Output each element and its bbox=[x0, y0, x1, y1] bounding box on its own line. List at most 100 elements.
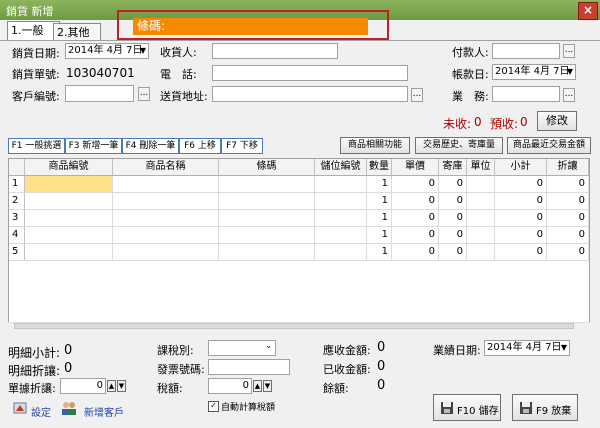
table-cell[interactable] bbox=[315, 227, 367, 244]
table-cell[interactable]: 0 bbox=[439, 176, 467, 193]
table-cell[interactable] bbox=[25, 210, 113, 227]
column-header[interactable]: 單位 bbox=[467, 159, 495, 176]
table-cell[interactable] bbox=[315, 176, 367, 193]
f4-delete-button[interactable]: F4 刪除一筆 bbox=[122, 138, 179, 154]
users-icon[interactable] bbox=[60, 400, 78, 416]
table-cell[interactable]: 1 bbox=[367, 193, 392, 210]
column-header[interactable]: 條碼 bbox=[219, 159, 315, 176]
column-header[interactable]: 儲位編號 bbox=[315, 159, 367, 176]
table-cell[interactable] bbox=[315, 210, 367, 227]
column-header[interactable]: 折讓 bbox=[547, 159, 589, 176]
table-cell[interactable] bbox=[219, 176, 315, 193]
table-cell[interactable] bbox=[113, 176, 219, 193]
trade-history-button[interactable]: 交易歷史、寄庫量 bbox=[415, 137, 503, 154]
table-cell[interactable]: 0 bbox=[392, 193, 439, 210]
column-header[interactable]: 數量 bbox=[367, 159, 392, 176]
table-cell[interactable] bbox=[467, 176, 495, 193]
detail-grid[interactable]: 商品編號 商品名稱 條碼 儲位編號 數量 單價 寄庫 單位 小計 折讓 1100… bbox=[8, 158, 590, 330]
table-cell[interactable]: 0 bbox=[392, 227, 439, 244]
close-button[interactable]: × bbox=[578, 2, 598, 20]
table-cell[interactable]: 0 bbox=[392, 244, 439, 261]
address-lookup-button[interactable]: ... bbox=[411, 88, 423, 102]
table-cell[interactable]: 0 bbox=[439, 227, 467, 244]
table-cell[interactable] bbox=[113, 193, 219, 210]
table-cell[interactable]: 0 bbox=[392, 176, 439, 193]
table-cell[interactable] bbox=[25, 227, 113, 244]
settings-icon[interactable] bbox=[12, 400, 28, 416]
product-functions-button[interactable]: 商品相關功能 bbox=[340, 137, 410, 154]
auto-tax-checkbox[interactable]: ✓ bbox=[208, 401, 219, 412]
sales-lookup-button[interactable]: ... bbox=[563, 88, 575, 102]
tax-amount-input[interactable]: 0 bbox=[208, 378, 252, 394]
table-cell[interactable] bbox=[315, 193, 367, 210]
scrollbar-thumb[interactable] bbox=[14, 323, 574, 329]
table-cell[interactable]: 0 bbox=[547, 193, 589, 210]
account-date-picker[interactable]: 2014年 4月 7日 ▼ bbox=[492, 64, 576, 80]
column-header[interactable]: 商品編號 bbox=[25, 159, 113, 176]
f6-move-up-button[interactable]: F6 上移 bbox=[179, 138, 221, 154]
table-cell[interactable]: 0 bbox=[439, 193, 467, 210]
tax-amount-up-button[interactable]: ▲ bbox=[253, 380, 262, 392]
table-cell[interactable] bbox=[25, 176, 113, 193]
table-cell[interactable] bbox=[467, 210, 495, 227]
table-cell[interactable]: 0 bbox=[547, 244, 589, 261]
customer-input[interactable] bbox=[65, 85, 134, 102]
f1-select-button[interactable]: F1 一般挑選 bbox=[8, 138, 65, 154]
table-cell[interactable] bbox=[315, 244, 367, 261]
table-cell[interactable] bbox=[467, 193, 495, 210]
payer-lookup-button[interactable]: ... bbox=[563, 44, 575, 58]
tax-type-select[interactable]: ⌄ bbox=[208, 340, 276, 356]
table-cell[interactable]: 0 bbox=[547, 227, 589, 244]
table-cell[interactable]: 1 bbox=[367, 176, 392, 193]
phone-input[interactable] bbox=[212, 65, 408, 81]
table-cell[interactable] bbox=[467, 244, 495, 261]
table-cell[interactable]: 0 bbox=[392, 210, 439, 227]
customer-lookup-button[interactable]: ... bbox=[138, 87, 150, 101]
save-button[interactable]: F10 儲存 bbox=[433, 394, 501, 421]
column-header[interactable]: 小計 bbox=[495, 159, 547, 176]
table-cell[interactable]: 0 bbox=[495, 210, 547, 227]
recent-price-button[interactable]: 商品最近交易金額 bbox=[507, 137, 591, 154]
table-cell[interactable] bbox=[25, 193, 113, 210]
sales-input[interactable] bbox=[492, 86, 560, 102]
address-input[interactable] bbox=[212, 86, 408, 102]
column-header[interactable]: 寄庫 bbox=[439, 159, 467, 176]
f7-move-down-button[interactable]: F7 下移 bbox=[221, 138, 263, 154]
table-cell[interactable] bbox=[467, 227, 495, 244]
table-cell[interactable] bbox=[219, 210, 315, 227]
table-cell[interactable] bbox=[219, 227, 315, 244]
table-cell[interactable]: 0 bbox=[547, 210, 589, 227]
payer-input[interactable] bbox=[492, 43, 560, 59]
receiver-input[interactable] bbox=[212, 43, 338, 59]
discard-button[interactable]: F9 放棄 bbox=[512, 394, 578, 421]
table-cell[interactable]: 0 bbox=[547, 176, 589, 193]
table-cell[interactable]: 1 bbox=[367, 227, 392, 244]
table-cell[interactable] bbox=[113, 210, 219, 227]
table-cell[interactable] bbox=[113, 244, 219, 261]
settings-link[interactable]: 設定 bbox=[31, 404, 51, 419]
table-cell[interactable]: 0 bbox=[439, 244, 467, 261]
table-cell[interactable]: 0 bbox=[439, 210, 467, 227]
table-cell[interactable]: 1 bbox=[367, 244, 392, 261]
tax-amount-down-button[interactable]: ▼ bbox=[263, 380, 272, 392]
table-cell[interactable]: 1 bbox=[367, 210, 392, 227]
tab-other[interactable]: 2.其他 bbox=[53, 23, 101, 41]
add-customer-link[interactable]: 新增客戶 bbox=[84, 404, 124, 419]
table-cell[interactable]: 0 bbox=[495, 244, 547, 261]
modify-button[interactable]: 修改 bbox=[537, 111, 577, 131]
table-cell[interactable]: 0 bbox=[495, 176, 547, 193]
f3-add-button[interactable]: F3 新增一筆 bbox=[65, 138, 122, 154]
table-cell[interactable] bbox=[25, 244, 113, 261]
column-header[interactable]: 商品名稱 bbox=[113, 159, 219, 176]
table-cell[interactable]: 0 bbox=[495, 193, 547, 210]
table-cell[interactable] bbox=[219, 193, 315, 210]
bill-discount-up-button[interactable]: ▲ bbox=[107, 380, 116, 392]
column-header[interactable]: 單價 bbox=[392, 159, 439, 176]
perf-date-picker[interactable]: 2014年 4月 7日 ▼ bbox=[484, 340, 570, 356]
table-cell[interactable] bbox=[219, 244, 315, 261]
table-cell[interactable]: 0 bbox=[495, 227, 547, 244]
table-cell[interactable] bbox=[113, 227, 219, 244]
invoice-no-input[interactable] bbox=[208, 359, 290, 375]
sale-date-picker[interactable]: 2014年 4月 7日 ▼ bbox=[65, 43, 149, 59]
bill-discount-input[interactable]: 0 bbox=[60, 378, 106, 394]
